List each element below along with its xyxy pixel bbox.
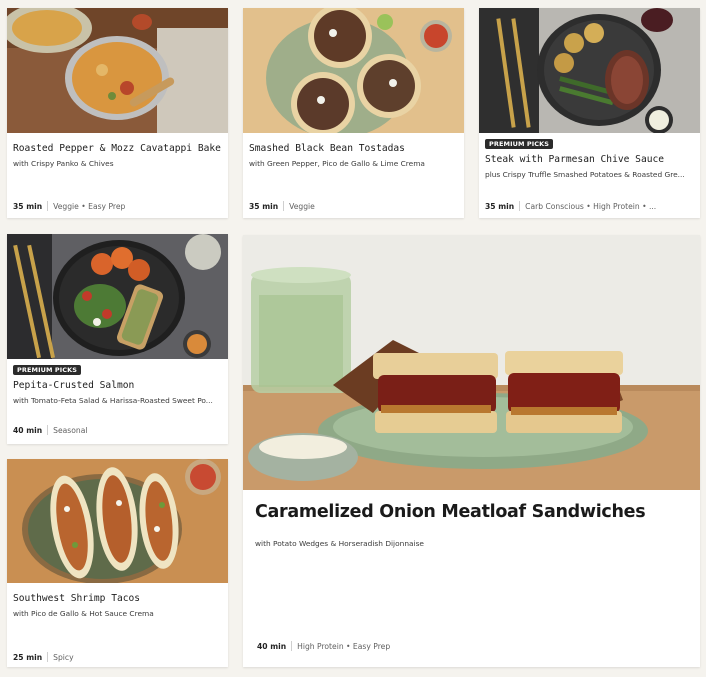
divider: [47, 652, 49, 662]
recipe-image[interactable]: [7, 234, 228, 359]
recipe-title[interactable]: Steak with Parmesan Chive Sauce: [485, 154, 694, 165]
recipe-meta: 35 min Veggie: [249, 201, 458, 211]
recipe-card-steak[interactable]: PREMIUM PICKS Steak with Parmesan Chive …: [479, 8, 700, 218]
recipe-card-cavatappi[interactable]: Roasted Pepper & Mozz Cavatappi Bake wit…: [7, 8, 228, 218]
recipe-meta: 35 min Veggie • Easy Prep: [13, 201, 222, 211]
recipe-tags: Spicy: [53, 652, 74, 662]
recipe-subtitle: plus Crispy Truffle Smashed Potatoes & R…: [485, 170, 685, 179]
recipe-card-shrimp-tacos[interactable]: Southwest Shrimp Tacos with Pico de Gall…: [7, 459, 228, 667]
cook-time: 35 min: [485, 201, 515, 211]
cook-time: 40 min: [257, 641, 287, 651]
recipe-subtitle: with Green Pepper, Pico de Gallo & Lime …: [249, 159, 425, 168]
recipe-subtitle: with Crispy Panko & Chives: [13, 159, 114, 168]
recipe-card-tostadas[interactable]: Smashed Black Bean Tostadas with Green P…: [243, 8, 464, 218]
recipe-image[interactable]: [479, 8, 700, 133]
recipe-meta: 35 min Carb Conscious • High Protein • .…: [485, 201, 694, 211]
divider: [47, 425, 49, 435]
recipe-title[interactable]: Caramelized Onion Meatloaf Sandwiches: [255, 502, 694, 522]
divider: [283, 201, 285, 211]
divider: [519, 201, 521, 211]
recipe-meta: 40 min High Protein • Easy Prep: [257, 641, 694, 651]
cook-time: 35 min: [13, 201, 43, 211]
recipe-subtitle: with Pico de Gallo & Hot Sauce Crema: [13, 609, 154, 618]
recipe-tags: Veggie: [289, 201, 315, 211]
recipe-meta: 25 min Spicy: [13, 652, 222, 662]
recipe-title[interactable]: Smashed Black Bean Tostadas: [249, 143, 458, 154]
recipe-card-salmon[interactable]: PREMIUM PICKS Pepita-Crusted Salmon with…: [7, 234, 228, 444]
recipe-title[interactable]: Southwest Shrimp Tacos: [13, 593, 222, 604]
recipe-tags: High Protein • Easy Prep: [297, 641, 391, 651]
recipe-image[interactable]: [7, 8, 228, 133]
recipe-tags: Carb Conscious • High Protein • ...: [525, 201, 657, 211]
cook-time: 35 min: [249, 201, 279, 211]
recipe-image[interactable]: [243, 8, 464, 133]
divider: [291, 641, 293, 651]
divider: [47, 201, 49, 211]
cook-time: 25 min: [13, 652, 43, 662]
cook-time: 40 min: [13, 425, 43, 435]
recipe-meta: 40 min Seasonal: [13, 425, 222, 435]
recipe-subtitle: with Tomato-Feta Salad & Harissa-Roasted…: [13, 396, 213, 405]
recipe-subtitle: with Potato Wedges & Horseradish Dijonna…: [255, 539, 424, 548]
recipe-title[interactable]: Pepita-Crusted Salmon: [13, 380, 222, 391]
recipe-image[interactable]: [7, 459, 228, 583]
recipe-tags: Seasonal: [53, 425, 88, 435]
recipe-image[interactable]: [243, 235, 700, 490]
recipe-title[interactable]: Roasted Pepper & Mozz Cavatappi Bake: [13, 143, 222, 154]
recipe-card-meatloaf-featured[interactable]: Caramelized Onion Meatloaf Sandwiches wi…: [243, 235, 700, 667]
recipe-tags: Veggie • Easy Prep: [53, 201, 126, 211]
